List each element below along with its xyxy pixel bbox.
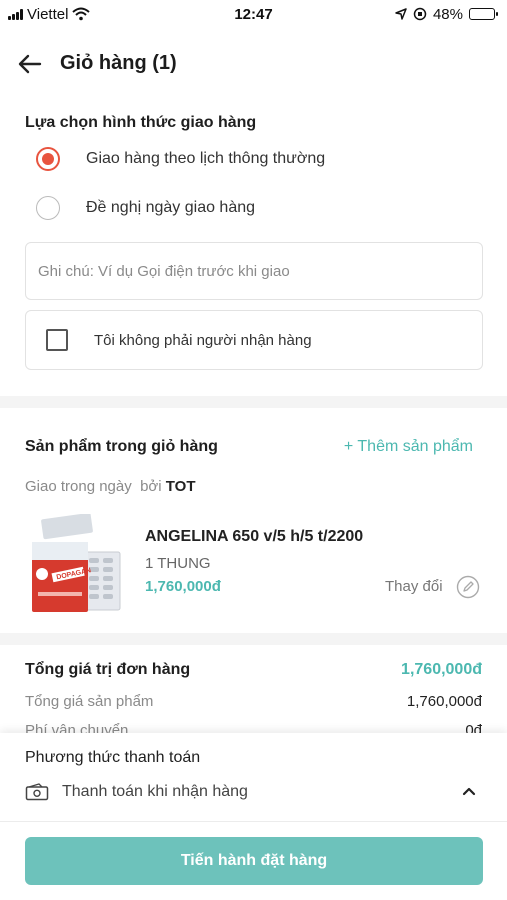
order-total-title: Tổng giá trị đơn hàng — [25, 661, 191, 678]
change-product-link[interactable]: Thay đổi — [385, 578, 443, 595]
orientation-lock-icon — [413, 7, 427, 21]
product-unit: 1 THUNG — [145, 555, 211, 572]
section-divider — [0, 633, 507, 645]
status-bar: Viettel 12:47 48% — [0, 0, 507, 28]
carrier-label: Viettel — [27, 5, 69, 23]
status-right: 48% — [395, 5, 498, 23]
not-receiver-option[interactable]: Tôi không phải người nhận hàng — [25, 310, 483, 370]
delivery-option-label: Giao hàng theo lịch thông thường — [86, 150, 326, 167]
location-icon — [395, 8, 407, 20]
delivery-option-regular[interactable]: Giao hàng theo lịch thông thường — [36, 145, 325, 173]
checkbox-icon[interactable] — [46, 329, 68, 351]
app-header: Giỏ hàng (1) — [0, 40, 507, 88]
back-arrow-icon[interactable] — [16, 50, 44, 78]
edit-pencil-icon[interactable] — [456, 575, 480, 599]
divider — [0, 821, 507, 822]
delivery-note-text: Giao trong ngày — [25, 478, 132, 495]
product-image[interactable]: DOPAGAN — [28, 514, 123, 614]
order-total-value: 1,760,000đ — [401, 661, 482, 678]
products-total-value: 1,760,000đ — [406, 693, 482, 710]
section-divider — [0, 396, 507, 408]
payment-method-title: Phương thức thanh toán — [25, 749, 201, 766]
payment-sheet: Phương thức thanh toán Thanh toán khi nh… — [0, 733, 507, 900]
radio-selected-icon[interactable] — [36, 147, 60, 171]
battery-percent: 48% — [432, 5, 463, 23]
cart-title: Sản phẩm trong giỏ hàng — [25, 438, 218, 455]
by-label: bởi — [140, 478, 162, 495]
product-price: 1,760,000đ — [145, 578, 221, 595]
delivery-method-title: Lựa chọn hình thức giao hàng — [25, 114, 257, 131]
radio-unselected-icon[interactable] — [36, 196, 60, 220]
place-order-button[interactable]: Tiến hành đặt hàng — [25, 837, 483, 885]
payment-method-value[interactable]: Thanh toán khi nhận hàng — [62, 783, 248, 801]
delivery-option-label: Đề nghị ngày giao hàng — [86, 199, 256, 216]
wifi-icon — [72, 7, 91, 21]
delivery-note: Giao trong ngày bởi TOT — [25, 478, 196, 495]
delivery-option-custom-date[interactable]: Đề nghị ngày giao hàng — [36, 194, 255, 222]
battery-icon — [469, 8, 498, 20]
chevron-up-icon[interactable] — [461, 785, 477, 797]
not-receiver-label: Tôi không phải người nhận hàng — [94, 331, 312, 349]
product-name[interactable]: ANGELINA 650 v/5 h/5 t/2200 — [145, 528, 363, 546]
note-field[interactable] — [25, 242, 483, 300]
signal-icon — [8, 8, 23, 20]
cash-icon — [25, 783, 49, 801]
products-total-label: Tổng giá sản phẩm — [25, 693, 154, 710]
seller-name: TOT — [165, 478, 196, 495]
add-product-link[interactable]: + Thêm sản phẩm — [344, 438, 473, 456]
page-title: Giỏ hàng (1) — [60, 52, 177, 74]
status-left: Viettel — [8, 5, 91, 23]
note-input[interactable] — [26, 243, 482, 299]
